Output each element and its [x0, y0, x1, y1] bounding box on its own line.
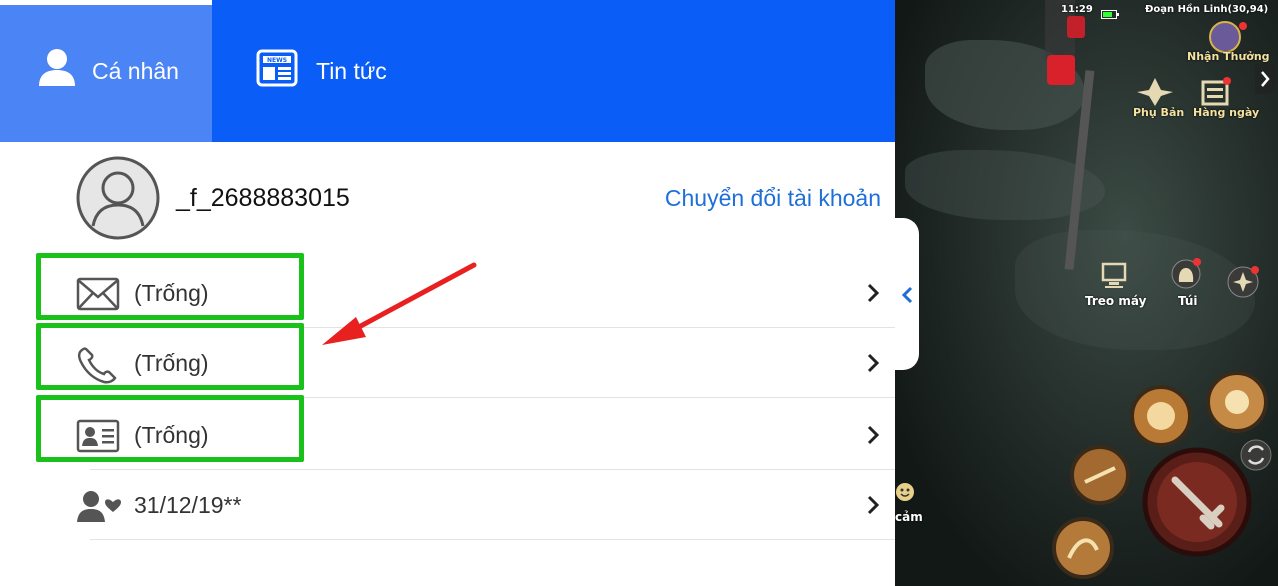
user-heart-icon: [76, 488, 121, 524]
bag-icon[interactable]: [1169, 256, 1203, 295]
emote-icon[interactable]: [895, 482, 915, 507]
status-time: 11:29: [1061, 4, 1093, 15]
tab-news[interactable]: NEWS Tin tức: [212, 0, 472, 142]
birthday-row[interactable]: 31/12/19**: [0, 470, 895, 540]
tab-news-label: Tin tức: [316, 57, 387, 84]
skill-menu-icon[interactable]: [1225, 264, 1261, 305]
profile-header: _f_2688883015 Chuyển đổi tài khoản: [76, 156, 895, 242]
battery-icon: [1101, 6, 1119, 24]
highlight-box-phone: [36, 323, 304, 390]
switch-account-link[interactable]: Chuyển đổi tài khoản: [665, 185, 881, 212]
skill-3-icon[interactable]: [1069, 444, 1131, 511]
chevron-right-icon: [866, 282, 880, 304]
idle-icon[interactable]: [1099, 262, 1129, 295]
tab-bar: Cá nhân NEWS Tin tức: [0, 0, 895, 142]
username: _f_2688883015: [176, 184, 350, 212]
rewards-label: Nhận Thưởng: [1187, 50, 1270, 63]
row-divider: [90, 539, 895, 540]
user-icon: [38, 48, 76, 94]
svg-text:NEWS: NEWS: [267, 57, 287, 64]
bag-label: Túi: [1178, 294, 1198, 308]
chevron-right-icon: [866, 494, 880, 516]
idle-label: Treo máy: [1085, 294, 1147, 308]
dungeon-label: Phụ Bản: [1133, 106, 1185, 119]
account-panel: Cá nhân NEWS Tin tức _f_2688883015 Chuyể…: [0, 0, 895, 586]
skill-4-icon[interactable]: [1051, 516, 1115, 585]
tab-personal-label: Cá nhân: [92, 57, 179, 84]
attack-button-icon[interactable]: [1141, 446, 1253, 563]
expand-arrow-icon[interactable]: [1255, 64, 1275, 99]
emote-label: cảm: [895, 510, 923, 524]
avatar: [76, 156, 160, 240]
game-view: 11:29 Đoạn Hồn Linh(30,94) Nhận Thưởng P…: [895, 0, 1278, 586]
highlight-box-email: [36, 253, 304, 320]
birthday-value: 31/12/19**: [134, 492, 242, 518]
skill-2-icon[interactable]: [1205, 370, 1269, 439]
daily-label: Hàng ngày: [1193, 106, 1260, 119]
chevron-left-icon: [900, 284, 914, 311]
collapse-panel-handle[interactable]: [895, 218, 919, 370]
tab-personal[interactable]: Cá nhân: [0, 0, 212, 142]
chevron-right-icon: [866, 352, 880, 374]
skill-1-icon[interactable]: [1129, 384, 1193, 453]
chevron-right-icon: [866, 424, 880, 446]
annotation-arrow: [322, 262, 477, 345]
highlight-box-id: [36, 395, 304, 462]
news-icon: NEWS: [256, 49, 298, 93]
tab-top-line: [0, 0, 212, 5]
map-location: Đoạn Hồn Linh(30,94): [1145, 4, 1269, 15]
